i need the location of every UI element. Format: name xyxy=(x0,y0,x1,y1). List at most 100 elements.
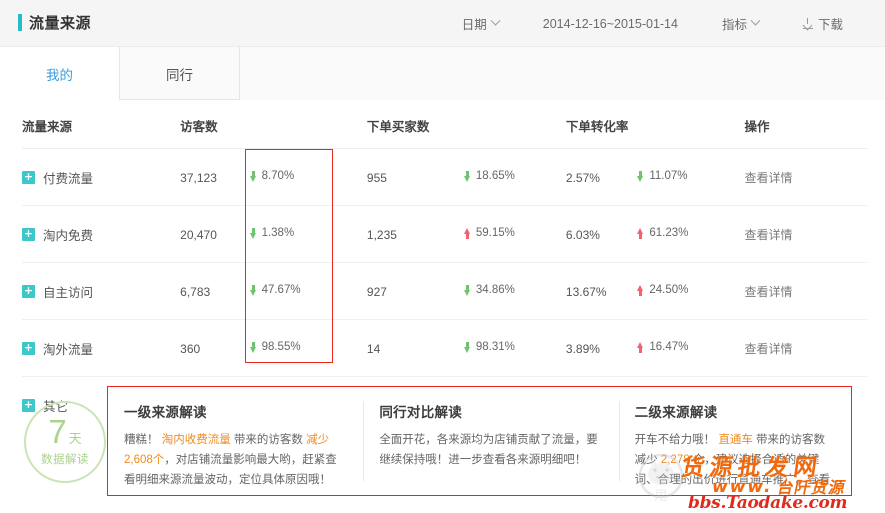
delta-value: 47.67% xyxy=(249,284,301,297)
delta-value: 61.23% xyxy=(637,227,688,239)
delta-value: 24.50% xyxy=(637,284,688,296)
tab-mine[interactable]: 我的 xyxy=(0,47,120,101)
cell-buyers-delta: 59.15% xyxy=(463,205,566,263)
cell-conversion: 6.03% xyxy=(565,205,638,263)
view-detail-link[interactable]: 查看详情 xyxy=(744,342,792,356)
metric-dropdown-label: 指标 xyxy=(721,18,747,32)
source-name: 付费流量 xyxy=(43,172,94,186)
arrow-down-icon xyxy=(463,170,471,182)
cell-buyers: 955 xyxy=(366,148,464,206)
insight-panel-text: 糟糕！ 淘内收费流量 带来的访客数 减少2,608个，对店铺流量影响最大哟，赶紧… xyxy=(124,430,347,490)
cell-action: 查看详情 xyxy=(744,262,867,320)
seven-day-badge: 7 天 数据解读 xyxy=(24,401,106,483)
delta-value: 98.31% xyxy=(463,341,515,354)
delta-text: 1.38% xyxy=(261,227,295,240)
insight-text-b: 带来的访客数 xyxy=(230,434,307,446)
arrow-down-icon xyxy=(637,170,644,182)
delta-text: 16.47% xyxy=(649,341,689,354)
badge-subtitle: 数据解读 xyxy=(41,454,89,466)
cell-visitors: 37,123 xyxy=(180,148,250,206)
insight-section: 7 天 数据解读 一级来源解读 糟糕！ 淘内收费流量 带来的访客数 减少2,60… xyxy=(0,380,885,513)
delta-text: 98.31% xyxy=(475,341,515,354)
cell-visitors-delta: 8.70% xyxy=(249,148,367,206)
title-accent-bar xyxy=(18,14,22,31)
delta-text: 59.15% xyxy=(475,227,515,240)
insight-text-a: 全面开花，各来源均为店铺贡献了流量，要继续保持哦！进一步查看各来源明细吧！ xyxy=(379,434,598,466)
expand-plus-icon[interactable]: + xyxy=(22,228,35,241)
metric-dropdown[interactable]: 指标 xyxy=(700,14,781,33)
source-cell-inner: + 淘外流量 xyxy=(22,339,180,358)
delta-text: 98.55% xyxy=(261,341,301,354)
cell-source: + 付费流量 xyxy=(22,148,181,206)
cell-visitors-delta: 1.38% xyxy=(249,205,367,263)
col-header-buyers: 下单买家数 xyxy=(366,100,464,149)
cell-source: + 淘内免费 xyxy=(22,205,181,263)
arrow-down-icon xyxy=(463,341,471,353)
tab-bar: 我的 同行 xyxy=(0,47,885,101)
expand-plus-icon[interactable]: + xyxy=(22,285,35,298)
delta-text: 61.23% xyxy=(649,227,689,240)
insight-highlight-a[interactable]: 直通车 xyxy=(718,434,753,446)
cell-visitors: 6,783 xyxy=(180,262,250,320)
cell-visitors-delta: 47.67% xyxy=(249,262,367,320)
cell-action: 查看详情 xyxy=(744,205,867,263)
download-button[interactable]: 下载 xyxy=(781,14,865,33)
cell-conversion: 2.57% xyxy=(565,148,638,206)
expand-plus-icon[interactable]: + xyxy=(22,171,35,184)
insight-highlight-a[interactable]: 淘内收费流量 xyxy=(162,434,231,446)
insight-panel-title: 同行对比解读 xyxy=(379,405,463,420)
source-cell-inner: + 自主访问 xyxy=(22,282,180,301)
insight-panels-box: 一级来源解读 糟糕！ 淘内收费流量 带来的访客数 减少2,608个，对店铺流量影… xyxy=(107,386,852,496)
arrow-down-icon xyxy=(249,170,257,182)
cell-buyers: 927 xyxy=(366,262,464,320)
header-controls: 日期 2014-12-16~2015-01-14 指标 下载 xyxy=(440,0,865,47)
insight-panel-peer-comparison: 同行对比解读 全面开花，各来源均为店铺贡献了流量，要继续保持哦！进一步查看各来源… xyxy=(363,387,618,495)
col-header-action: 操作 xyxy=(744,100,867,149)
table-header-row: 流量来源 访客数 下单买家数 下单转化率 操作 xyxy=(22,100,867,149)
expand-plus-icon[interactable]: + xyxy=(22,342,35,355)
delta-value: 34.86% xyxy=(463,284,515,297)
table-row: + 淘外流量 360 98.55% 14 98.31% 3.89% 16.47% 查看详情 xyxy=(22,319,867,377)
insight-panel-title: 一级来源解读 xyxy=(124,405,207,420)
delta-text: 47.67% xyxy=(261,284,301,297)
traffic-source-page: 流量来源 日期 2014-12-16~2015-01-14 指标 下载 我的 同… xyxy=(0,0,885,513)
arrow-up-icon xyxy=(637,284,644,296)
cell-buyers-delta: 34.86% xyxy=(463,262,566,320)
view-detail-link[interactable]: 查看详情 xyxy=(744,171,792,185)
source-name: 淘内免费 xyxy=(43,229,94,243)
cell-buyers-delta: 98.31% xyxy=(463,319,566,377)
source-name: 自主访问 xyxy=(43,286,94,300)
tab-peers[interactable]: 同行 xyxy=(120,47,240,100)
cell-action: 查看详情 xyxy=(744,319,867,377)
badge-number: 7 xyxy=(48,413,67,450)
date-dropdown[interactable]: 日期 xyxy=(440,14,521,33)
col-header-conversion: 下单转化率 xyxy=(565,100,638,149)
insight-panel-title: 二级来源解读 xyxy=(634,405,718,420)
delta-text: 34.86% xyxy=(475,284,515,297)
page-title-wrap: 流量来源 xyxy=(18,12,91,33)
cell-conversion-delta: 16.47% xyxy=(637,319,745,377)
cell-source: + 自主访问 xyxy=(22,262,181,320)
col-header-buyers-delta xyxy=(463,100,566,149)
cell-visitors-delta: 98.55% xyxy=(249,319,367,377)
page-title: 流量来源 xyxy=(29,15,92,32)
view-detail-link[interactable]: 查看详情 xyxy=(744,228,792,242)
delta-value: 18.65% xyxy=(463,170,515,182)
insight-panel-primary-source: 一级来源解读 糟糕！ 淘内收费流量 带来的访客数 减少2,608个，对店铺流量影… xyxy=(108,387,363,495)
cell-buyers-delta: 18.65% xyxy=(463,148,566,206)
chevron-down-icon xyxy=(490,15,501,26)
source-name: 淘外流量 xyxy=(43,343,94,357)
cell-conversion: 13.67% xyxy=(565,262,638,320)
delta-text: 11.07% xyxy=(649,170,688,183)
delta-value: 59.15% xyxy=(463,227,515,240)
date-range-text: 2014-12-16~2015-01-14 xyxy=(542,16,678,31)
cell-action: 查看详情 xyxy=(744,148,867,206)
cell-conversion: 3.89% xyxy=(565,319,638,377)
insight-panel-text: 全面开花，各来源均为店铺贡献了流量，要继续保持哦！进一步查看各来源明细吧！ xyxy=(379,430,602,470)
delta-value: 11.07% xyxy=(637,170,687,182)
date-range-display[interactable]: 2014-12-16~2015-01-14 xyxy=(521,17,700,31)
col-header-conversion-delta xyxy=(637,100,745,149)
cell-buyers: 1,235 xyxy=(366,205,464,263)
badge-top: 7 天 xyxy=(48,413,81,450)
view-detail-link[interactable]: 查看详情 xyxy=(744,285,792,299)
